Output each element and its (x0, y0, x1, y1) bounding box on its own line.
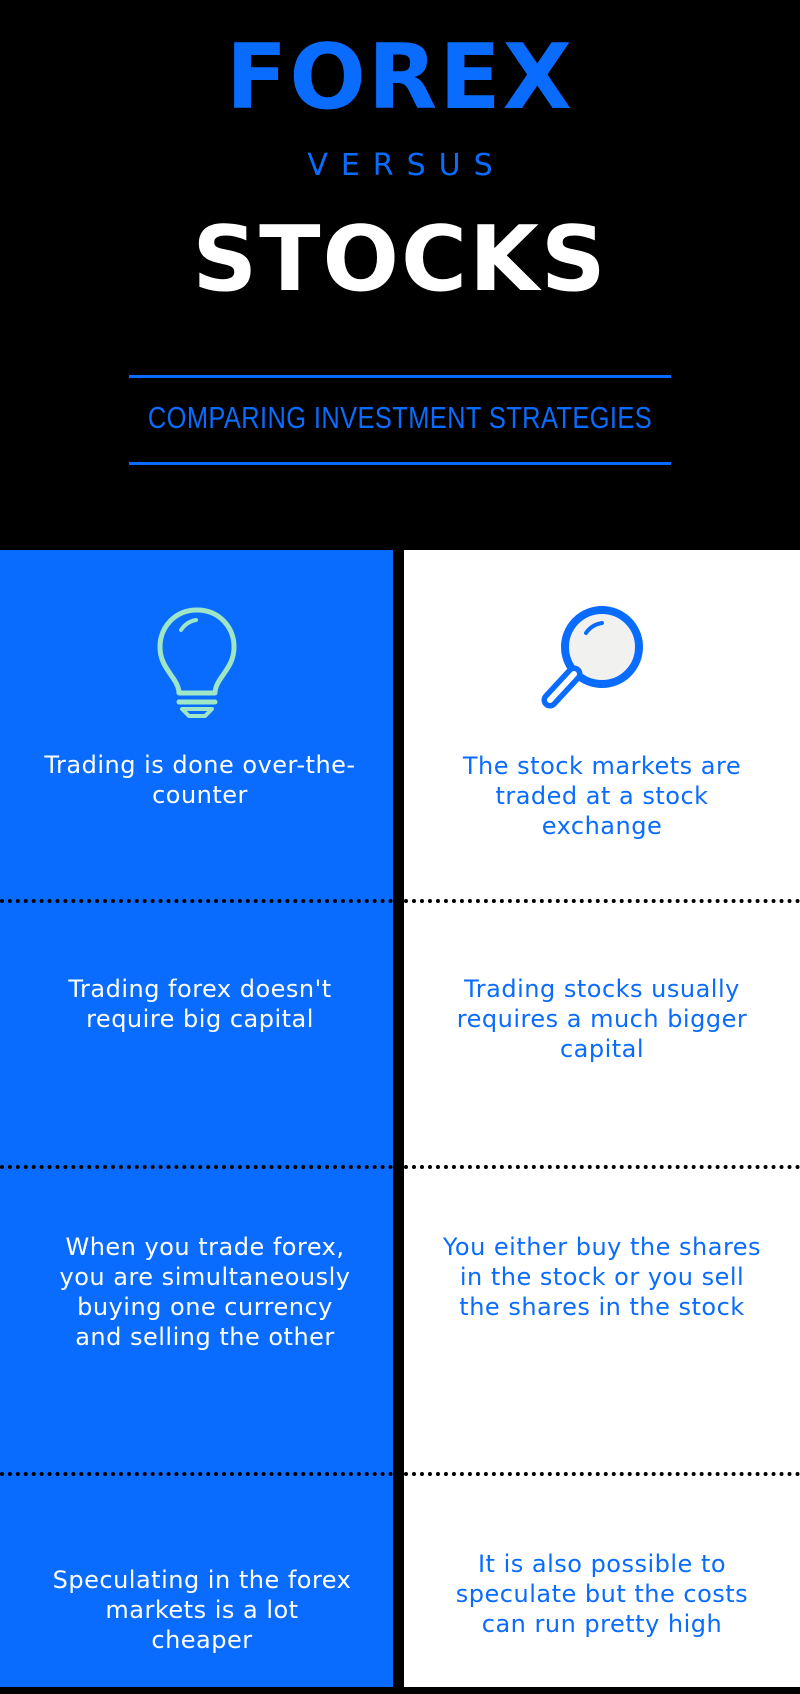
subtitle: COMPARING INVESTMENT STRATEGIES (147, 400, 653, 435)
row-divider (0, 899, 393, 903)
stocks-point-1: The stock markets are traded at a stock … (462, 752, 742, 840)
forex-point-3: When you trade forex, you are simultaneo… (59, 1233, 351, 1351)
title-forex: FOREX (225, 25, 575, 130)
row-divider (404, 899, 800, 903)
stocks-point-4: It is also possible to speculate but the… (455, 1550, 749, 1638)
subtitle-rule-bottom (129, 462, 671, 465)
title-stocks: STOCKS (192, 207, 608, 312)
magnifying-glass-icon (541, 606, 643, 709)
forex-point-2: Trading forex doesn't require big capita… (68, 975, 332, 1033)
lightbulb-icon (157, 607, 237, 718)
forex-point-1: Trading is done over-the-counter (44, 751, 356, 809)
stocks-point-2: Trading stocks usually requires a much b… (456, 975, 748, 1063)
row-divider (404, 1165, 800, 1169)
title-versus: VERSUS (307, 148, 506, 183)
stocks-point-3: You either buy the shares in the stock o… (442, 1233, 762, 1321)
forex-column (0, 550, 393, 1687)
row-divider (0, 1472, 393, 1476)
subtitle-rule-top (129, 375, 671, 378)
row-divider (404, 1472, 800, 1476)
header: FOREX VERSUS STOCKS COMPARING INVESTMENT… (0, 0, 800, 550)
forex-point-4: Speculating in the forex markets is a lo… (52, 1566, 352, 1654)
row-divider (0, 1165, 393, 1169)
